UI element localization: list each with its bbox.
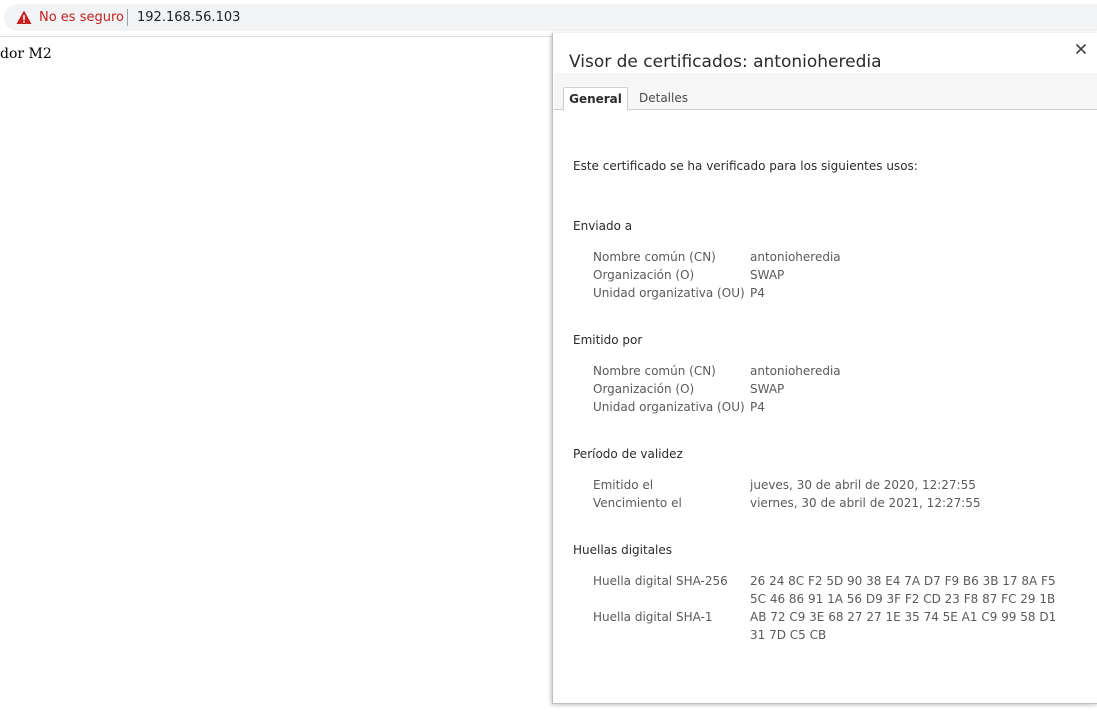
issued-to-cn-label: Nombre común (CN) bbox=[593, 250, 716, 264]
issued-by-ou-value: P4 bbox=[750, 400, 765, 414]
issued-by-o-value: SWAP bbox=[750, 382, 785, 396]
url-text[interactable]: 192.168.56.103 bbox=[137, 9, 240, 26]
issued-to-o-label: Organización (O) bbox=[593, 268, 695, 282]
issued-by-o-label: Organización (O) bbox=[593, 382, 695, 396]
issued-by-heading: Emitido por bbox=[573, 333, 643, 347]
issued-by-cn-value: antonioheredia bbox=[750, 364, 841, 378]
sha1-label: Huella digital SHA-1 bbox=[593, 610, 713, 624]
dialog-header-band bbox=[554, 73, 1097, 88]
issued-to-ou-value: P4 bbox=[750, 286, 765, 300]
issued-on-value: jueves, 30 de abril de 2020, 12:27:55 bbox=[750, 478, 976, 492]
sha1-value-line1: AB 72 C9 3E 68 27 27 1E 35 74 5E A1 C9 9… bbox=[750, 610, 1057, 624]
issued-to-ou-label: Unidad organizativa (OU) bbox=[593, 286, 745, 300]
sha256-label: Huella digital SHA-256 bbox=[593, 574, 728, 588]
issued-to-heading: Enviado a bbox=[573, 219, 633, 233]
dialog-title: Visor de certificados: antonioheredia bbox=[569, 52, 882, 72]
sha256-value-line1: 26 24 8C F2 5D 90 38 E4 7A D7 F9 B6 3B 1… bbox=[750, 574, 1056, 588]
omnibox-divider bbox=[127, 9, 128, 26]
page-content-text: dor M2 bbox=[0, 46, 52, 62]
expires-on-label: Vencimiento el bbox=[593, 496, 682, 510]
issued-by-ou-label: Unidad organizativa (OU) bbox=[593, 400, 745, 414]
warning-icon bbox=[16, 10, 32, 24]
issued-to-o-value: SWAP bbox=[750, 268, 785, 282]
fingerprints-heading: Huellas digitales bbox=[573, 543, 673, 557]
security-status[interactable]: No es seguro bbox=[39, 9, 124, 26]
tab-general[interactable]: General bbox=[563, 87, 628, 111]
expires-on-value: viernes, 30 de abril de 2021, 12:27:55 bbox=[750, 496, 981, 510]
sha1-value-line2: 31 7D C5 CB bbox=[750, 628, 827, 642]
close-icon[interactable] bbox=[1073, 41, 1089, 57]
certificate-viewer-dialog: Visor de certificados: antonioheredia Ge… bbox=[552, 33, 1097, 704]
issued-on-label: Emitido el bbox=[593, 478, 654, 492]
tab-detalles[interactable]: Detalles bbox=[639, 87, 688, 109]
issued-to-cn-value: antonioheredia bbox=[750, 250, 841, 264]
tab-bar bbox=[554, 87, 1097, 110]
validity-heading: Período de validez bbox=[573, 447, 683, 461]
verified-uses-text: Este certificado se ha verificado para l… bbox=[573, 159, 918, 173]
address-bar[interactable]: No es seguro 192.168.56.103 bbox=[4, 4, 1097, 31]
issued-by-cn-label: Nombre común (CN) bbox=[593, 364, 716, 378]
sha256-value-line2: 5C 46 86 91 1A 56 D9 3F F2 CD 23 F8 87 F… bbox=[750, 592, 1056, 606]
